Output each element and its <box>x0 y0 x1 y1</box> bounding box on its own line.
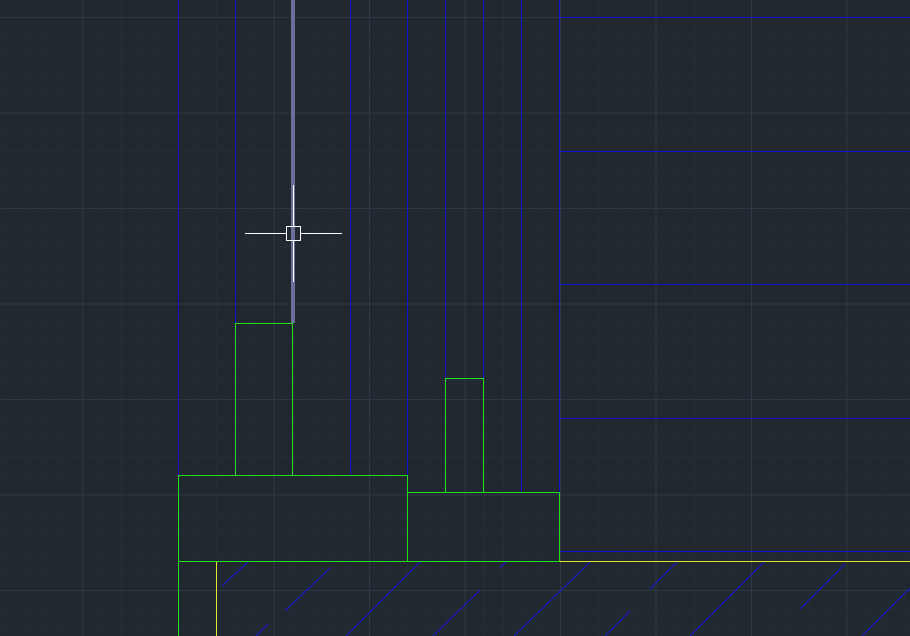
base-block-right <box>407 492 560 562</box>
hatch-pattern <box>221 561 910 636</box>
drawing-canvas[interactable] <box>0 0 910 636</box>
blue-layer-lines <box>178 0 910 562</box>
yellow-layer-lines <box>216 561 910 636</box>
drawing-grid <box>0 0 910 636</box>
